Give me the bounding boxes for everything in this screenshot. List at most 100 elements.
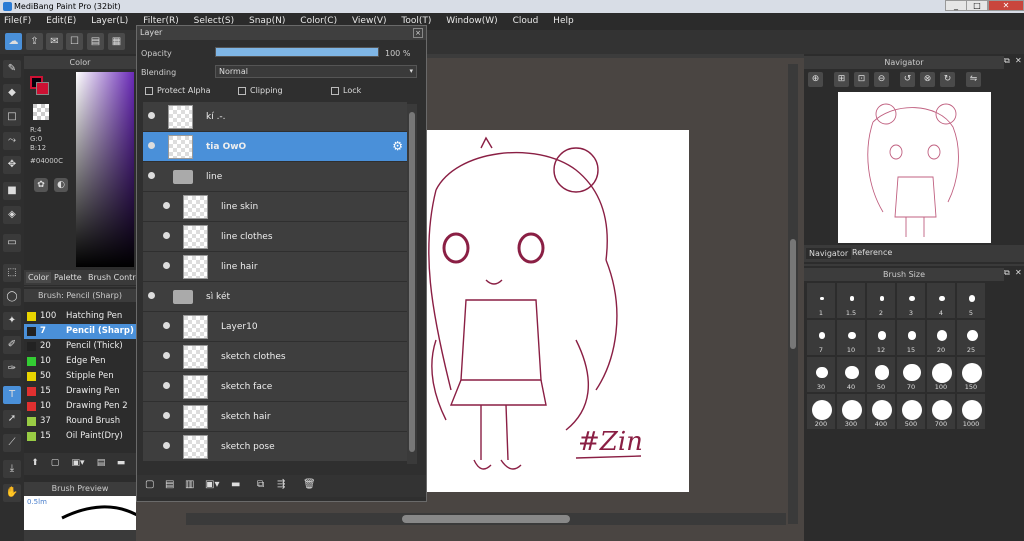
brush-size-cell[interactable]: 150 xyxy=(956,356,986,393)
brush-list-item[interactable]: 10 Drawing Pen 2 xyxy=(24,399,136,414)
document-icon[interactable]: ▤ xyxy=(87,33,104,50)
layer-row[interactable]: line hair xyxy=(143,252,407,282)
cloud-icon[interactable]: ☁ xyxy=(5,33,22,50)
dot-tool-icon[interactable]: □ xyxy=(3,108,21,126)
tab-color[interactable]: Color xyxy=(26,272,51,283)
delete-layer-icon[interactable]: 🗑 xyxy=(303,479,316,490)
select-eraser-icon[interactable]: ✑ xyxy=(3,360,21,378)
brush-settings-icon[interactable]: ▤ xyxy=(94,456,108,470)
layer-row[interactable]: sketch pose xyxy=(143,432,407,462)
brush-size-cell[interactable]: 1.5 xyxy=(836,282,866,319)
menu-window[interactable]: Window(W) xyxy=(446,16,497,26)
share-icon[interactable]: ⇪ xyxy=(26,33,43,50)
vertical-scrollbar-thumb[interactable] xyxy=(790,239,796,349)
layer-row[interactable]: line clothes xyxy=(143,222,407,252)
brush-size-cell[interactable]: 12 xyxy=(866,319,896,356)
layer-row[interactable]: line skin xyxy=(143,192,407,222)
new-8bit-layer-icon[interactable]: ▥ xyxy=(185,479,194,490)
lock-checkbox[interactable] xyxy=(331,87,339,95)
close-button[interactable]: ✕ xyxy=(988,0,1024,11)
gradient-tool-icon[interactable]: ▭ xyxy=(3,234,21,252)
select-pen-icon[interactable]: ✐ xyxy=(3,336,21,354)
merge-layer-icon[interactable]: ⇶ xyxy=(277,479,285,490)
color-swap-icon[interactable]: ◐ xyxy=(54,178,68,192)
tab-palette[interactable]: Palette xyxy=(54,273,82,282)
new-brush-icon[interactable]: ▢ xyxy=(48,456,62,470)
new-folder-icon[interactable]: ▬ xyxy=(231,479,240,490)
horizontal-scrollbar-thumb[interactable] xyxy=(402,515,570,523)
menu-layer[interactable]: Layer(L) xyxy=(91,16,128,26)
visibility-eye-icon[interactable] xyxy=(163,202,170,209)
panel-popout-icon[interactable]: ⧉ xyxy=(1004,56,1010,66)
brush-list-item[interactable]: 20 Pencil (Thick) xyxy=(24,339,136,354)
brush-size-cell[interactable]: 400 xyxy=(866,393,896,430)
brush-size-cell[interactable]: 30 xyxy=(806,356,836,393)
navigator-preview[interactable] xyxy=(838,92,991,243)
comment-icon[interactable]: ✉ xyxy=(46,33,63,50)
brush-folder-icon[interactable]: ▬ xyxy=(114,456,128,470)
palette-icon[interactable]: ✿ xyxy=(34,178,48,192)
brush-size-popout-icon[interactable]: ⧉ xyxy=(1004,268,1010,278)
brush-size-cell[interactable]: 40 xyxy=(836,356,866,393)
opacity-slider[interactable] xyxy=(215,47,379,57)
zoom-out-icon[interactable]: ⊖ xyxy=(874,72,889,87)
lasso-select-icon[interactable]: ◯ xyxy=(3,288,21,306)
visibility-eye-icon[interactable] xyxy=(163,382,170,389)
visibility-eye-icon[interactable] xyxy=(148,172,155,179)
layer-close-icon[interactable]: × xyxy=(413,28,423,38)
layer-row[interactable]: sketch face xyxy=(143,372,407,402)
brush-size-cell[interactable]: 3 xyxy=(896,282,926,319)
color-picker-square[interactable] xyxy=(76,72,134,267)
eraser-tool-icon[interactable]: ◆ xyxy=(3,84,21,102)
layer-row[interactable]: Layer10 xyxy=(143,312,407,342)
visibility-eye-icon[interactable] xyxy=(163,262,170,269)
rotate-reset-icon[interactable]: ⊗ xyxy=(920,72,935,87)
vertical-scrollbar[interactable] xyxy=(788,64,798,524)
brush-size-cell[interactable]: 1 xyxy=(806,282,836,319)
brush-size-cell[interactable]: 200 xyxy=(806,393,836,430)
horizontal-scrollbar[interactable] xyxy=(186,513,786,525)
zoom-fit-icon[interactable]: ⊞ xyxy=(834,72,849,87)
brush-list-item[interactable]: 15 Oil Paint(Dry) xyxy=(24,429,136,444)
brush-size-cell[interactable]: 5 xyxy=(956,282,986,319)
transparent-color-swatch[interactable] xyxy=(33,104,49,120)
brush-size-close-icon[interactable]: ✕ xyxy=(1015,268,1022,277)
visibility-eye-icon[interactable] xyxy=(163,352,170,359)
divide-tool-icon[interactable]: ⟋ xyxy=(3,434,21,452)
grid-icon[interactable]: ▦ xyxy=(108,33,125,50)
tab-reference[interactable]: Reference xyxy=(852,248,892,257)
magic-wand-icon[interactable]: ✦ xyxy=(3,312,21,330)
text-tool-icon[interactable]: T xyxy=(3,386,21,404)
visibility-eye-icon[interactable] xyxy=(163,412,170,419)
visibility-eye-icon[interactable] xyxy=(148,142,155,149)
layer-row[interactable]: tia OwO ⚙ xyxy=(143,132,407,162)
maximize-button[interactable]: □ xyxy=(966,0,988,11)
zoom-in-icon[interactable]: ⊕ xyxy=(808,72,823,87)
duplicate-layer-icon[interactable]: ⧉ xyxy=(257,479,264,490)
brush-size-cell[interactable]: 1000 xyxy=(956,393,986,430)
visibility-eye-icon[interactable] xyxy=(163,322,170,329)
fill-tool-icon[interactable]: ◈ xyxy=(3,206,21,224)
hand-tool-icon[interactable]: ✋ xyxy=(3,484,21,502)
select-tool-icon[interactable]: ⬚ xyxy=(3,264,21,282)
protect-alpha-checkbox[interactable] xyxy=(145,87,153,95)
brush-list-item[interactable]: 37 Round Brush xyxy=(24,414,136,429)
rotate-left-icon[interactable]: ↺ xyxy=(900,72,915,87)
brush-size-cell[interactable]: 700 xyxy=(926,393,956,430)
layer-scrollbar-thumb[interactable] xyxy=(409,112,415,452)
brush-list-item[interactable]: 50 Stipple Pen xyxy=(24,369,136,384)
rotate-right-icon[interactable]: ↻ xyxy=(940,72,955,87)
brush-list-item[interactable]: 7 Pencil (Sharp) xyxy=(24,324,136,339)
layer-scrollbar[interactable] xyxy=(407,104,417,464)
shape-tool-icon[interactable]: ■ xyxy=(3,182,21,200)
brush-list-item[interactable]: 100 Hatching Pen xyxy=(24,309,136,324)
layer-row[interactable]: kí .-. xyxy=(143,102,407,132)
layer-row[interactable]: sketch hair xyxy=(143,402,407,432)
brush-list-item[interactable]: 15 Drawing Pen xyxy=(24,384,136,399)
menu-edit[interactable]: Edit(E) xyxy=(46,16,76,26)
menu-cloud[interactable]: Cloud xyxy=(513,16,539,26)
layer-settings-gear-icon[interactable]: ⚙ xyxy=(392,139,403,153)
layer-row[interactable]: sketch clothes xyxy=(143,342,407,372)
operation-tool-icon[interactable]: ➚ xyxy=(3,410,21,428)
brush-size-cell[interactable]: 15 xyxy=(896,319,926,356)
